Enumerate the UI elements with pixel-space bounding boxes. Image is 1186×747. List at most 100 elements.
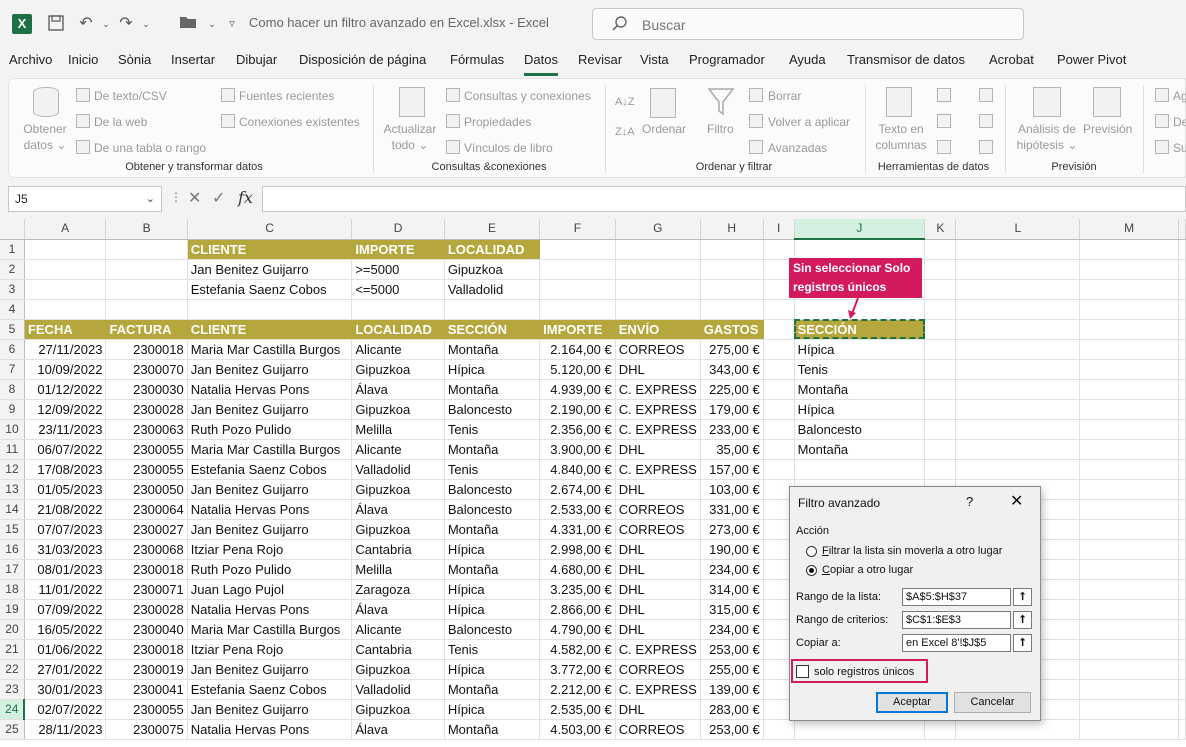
obtener-datos-button[interactable]: Obtener datos ⌄: [19, 122, 71, 152]
cell-c8[interactable]: Natalia Hervas Pons: [187, 379, 353, 400]
cell-c25[interactable]: Natalia Hervas Pons: [187, 719, 353, 740]
cell-g19[interactable]: DHL: [615, 599, 701, 620]
row-header[interactable]: 9: [0, 399, 25, 420]
cell-e24[interactable]: Hípica: [444, 699, 541, 720]
cell-k6[interactable]: [924, 339, 957, 360]
cell-h6[interactable]: 275,00 €: [700, 339, 764, 360]
ok-button[interactable]: Aceptar: [876, 692, 948, 713]
cell-d5[interactable]: LOCALIDAD: [351, 319, 445, 340]
analisis-hipotesis-button[interactable]: Análisis de hipótesis ⌄: [1013, 122, 1081, 152]
cell-j12[interactable]: [794, 459, 926, 480]
column-header-g[interactable]: G: [615, 219, 701, 240]
cell-l11[interactable]: [955, 439, 1081, 460]
undo-icon[interactable]: ↶: [76, 14, 96, 34]
redo-dropdown-icon[interactable]: ⌄: [136, 14, 156, 34]
cell-b14[interactable]: 2300064: [105, 499, 188, 520]
cell-a22[interactable]: 27/01/2022: [24, 659, 107, 680]
cell-c24[interactable]: Jan Benitez Guijarro: [187, 699, 353, 720]
tab-acrobat[interactable]: Acrobat: [989, 52, 1034, 67]
cell-m8[interactable]: [1079, 379, 1179, 400]
cancel-button[interactable]: Cancelar: [954, 692, 1031, 713]
cell-f24[interactable]: 2.535,00 €: [539, 699, 616, 720]
prevision-button[interactable]: Previsión: [1083, 122, 1132, 136]
cell-j6[interactable]: Hípica: [794, 339, 926, 360]
cell-i11[interactable]: [763, 439, 795, 460]
cell-c13[interactable]: Jan Benitez Guijarro: [187, 479, 353, 500]
consolidate-icon[interactable]: [979, 88, 993, 102]
column-header-k[interactable]: K: [924, 219, 957, 240]
cell-l3[interactable]: [955, 279, 1081, 300]
cell-c23[interactable]: Estefania Saenz Cobos: [187, 679, 353, 700]
cell-f20[interactable]: 4.790,00 €: [539, 619, 616, 640]
criteria-range-collapse-icon[interactable]: ⭡: [1013, 611, 1032, 629]
cell-c7[interactable]: Jan Benitez Guijarro: [187, 359, 353, 380]
cell-b6[interactable]: 2300018: [105, 339, 188, 360]
cell-g4[interactable]: [615, 299, 701, 320]
cell-m2[interactable]: [1079, 259, 1179, 280]
cell-f12[interactable]: 4.840,00 €: [539, 459, 616, 480]
tab-dibujar[interactable]: Dibujar: [236, 52, 277, 67]
cell-k12[interactable]: [924, 459, 957, 480]
relationships-icon[interactable]: [979, 114, 993, 128]
cell-c16[interactable]: Itziar Pena Rojo: [187, 539, 353, 560]
cell-a3[interactable]: [24, 279, 107, 300]
cell-h20[interactable]: 234,00 €: [700, 619, 764, 640]
more-options-icon[interactable]: ⋮: [170, 190, 182, 204]
cell-a8[interactable]: 01/12/2022: [24, 379, 107, 400]
data-model-icon[interactable]: [979, 140, 993, 154]
cell-b19[interactable]: 2300028: [105, 599, 188, 620]
cell-g25[interactable]: CORREOS: [615, 719, 701, 740]
cell-a19[interactable]: 07/09/2022: [24, 599, 107, 620]
select-all-corner[interactable]: [0, 219, 25, 240]
cell-g24[interactable]: DHL: [615, 699, 701, 720]
cell-f3[interactable]: [539, 279, 616, 300]
tab-transmisor[interactable]: Transmisor de datos: [847, 52, 965, 67]
cell-a21[interactable]: 01/06/2022: [24, 639, 107, 660]
cell-a25[interactable]: 28/11/2023: [24, 719, 107, 740]
cell-h16[interactable]: 190,00 €: [700, 539, 764, 560]
cell-k4[interactable]: [924, 299, 957, 320]
save-icon[interactable]: [46, 14, 66, 34]
cell-m20[interactable]: [1079, 619, 1179, 640]
cell-m1[interactable]: [1079, 239, 1179, 260]
cell-g16[interactable]: DHL: [615, 539, 701, 560]
cell-g7[interactable]: DHL: [615, 359, 701, 380]
cell-e9[interactable]: Baloncesto: [444, 399, 541, 420]
cell-e11[interactable]: Montaña: [444, 439, 541, 460]
cell-j11[interactable]: Montaña: [794, 439, 926, 460]
cell-j1[interactable]: [794, 239, 926, 260]
cell-d6[interactable]: Alicante: [351, 339, 445, 360]
de-la-web-button[interactable]: De la web: [94, 115, 147, 129]
row-header[interactable]: 19: [0, 599, 25, 620]
de-texto-csv-button[interactable]: De texto/CSV: [94, 89, 167, 103]
cell-m11[interactable]: [1079, 439, 1179, 460]
cell-h19[interactable]: 315,00 €: [700, 599, 764, 620]
list-range-collapse-icon[interactable]: ⭡: [1013, 588, 1032, 606]
column-header-d[interactable]: D: [351, 219, 445, 240]
cell-m15[interactable]: [1079, 519, 1179, 540]
cell-b25[interactable]: 2300075: [105, 719, 188, 740]
radio-filter-in-place[interactable]: [806, 546, 817, 557]
row-header[interactable]: 12: [0, 459, 25, 480]
column-header-c[interactable]: C: [187, 219, 353, 240]
tab-insertar[interactable]: Insertar: [171, 52, 215, 67]
cell-k11[interactable]: [924, 439, 957, 460]
cell-g22[interactable]: CORREOS: [615, 659, 701, 680]
cell-l10[interactable]: [955, 419, 1081, 440]
cell-e23[interactable]: Montaña: [444, 679, 541, 700]
cell-c17[interactable]: Ruth Pozo Pulido: [187, 559, 353, 580]
cell-m3[interactable]: [1079, 279, 1179, 300]
cell-b8[interactable]: 2300030: [105, 379, 188, 400]
cell-d9[interactable]: Gipuzkoa: [351, 399, 445, 420]
cell-i10[interactable]: [763, 419, 795, 440]
radio-copy-label[interactable]: Copiar a otro lugar: [822, 564, 913, 576]
cell-b2[interactable]: [105, 259, 188, 280]
cell-f8[interactable]: 4.939,00 €: [539, 379, 616, 400]
cell-g9[interactable]: C. EXPRESS: [615, 399, 701, 420]
cell-f17[interactable]: 4.680,00 €: [539, 559, 616, 580]
cell-c12[interactable]: Estefania Saenz Cobos: [187, 459, 353, 480]
open-dropdown-icon[interactable]: ⌄: [202, 14, 222, 34]
cell-f7[interactable]: 5.120,00 €: [539, 359, 616, 380]
cell-c2[interactable]: Jan Benitez Guijarro: [187, 259, 353, 280]
cell-m25[interactable]: [1079, 719, 1179, 740]
